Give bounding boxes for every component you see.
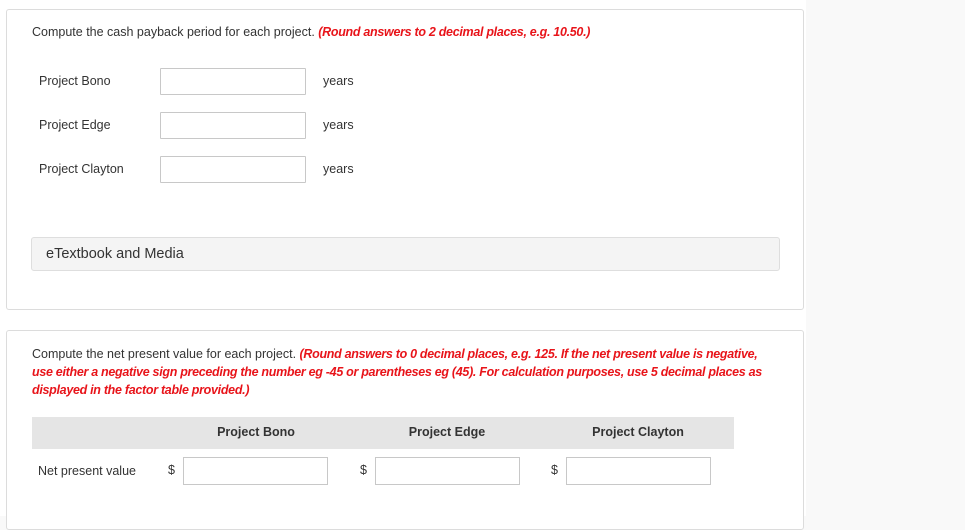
payback-label-edge: Project Edge xyxy=(39,118,111,132)
npv-row-label: Net present value xyxy=(38,464,136,478)
payback-unit-edge: years xyxy=(323,118,354,132)
payback-input-bono[interactable] xyxy=(160,68,306,95)
npv-input-bono[interactable] xyxy=(183,457,328,485)
npv-dollar-sign-clayton: $ xyxy=(551,463,558,477)
npv-col-header-edge: Project Edge xyxy=(408,425,486,439)
npv-input-clayton[interactable] xyxy=(566,457,711,485)
payback-unit-clayton: years xyxy=(323,162,354,176)
payback-unit-bono: years xyxy=(323,74,354,88)
npv-input-edge[interactable] xyxy=(375,457,520,485)
payback-row-edge: Project Edge years xyxy=(7,112,407,140)
npv-table-header: Project Bono Project Edge Project Clayto… xyxy=(32,417,734,449)
npv-col-header-clayton: Project Clayton xyxy=(592,425,684,439)
npv-col-header-bono: Project Bono xyxy=(217,425,295,439)
payback-row-clayton: Project Clayton years xyxy=(7,156,407,184)
npv-instruction: Compute the net present value for each p… xyxy=(32,345,777,399)
payback-row-bono: Project Bono years xyxy=(7,68,407,96)
payback-label-bono: Project Bono xyxy=(39,74,111,88)
npv-instruction-text: Compute the net present value for each p… xyxy=(32,347,297,361)
payback-rounding-note: (Round answers to 2 decimal places, e.g.… xyxy=(318,25,591,39)
payback-input-clayton[interactable] xyxy=(160,156,306,183)
payback-question-card: Compute the cash payback period for each… xyxy=(6,9,804,310)
npv-dollar-sign-edge: $ xyxy=(360,463,367,477)
etextbook-and-media-button[interactable]: eTextbook and Media xyxy=(31,237,780,271)
payback-instruction: Compute the cash payback period for each… xyxy=(32,23,590,41)
payback-instruction-text: Compute the cash payback period for each… xyxy=(32,25,315,39)
npv-dollar-sign-bono: $ xyxy=(168,463,175,477)
payback-label-clayton: Project Clayton xyxy=(39,162,124,176)
npv-question-card: Compute the net present value for each p… xyxy=(6,330,804,530)
payback-input-edge[interactable] xyxy=(160,112,306,139)
